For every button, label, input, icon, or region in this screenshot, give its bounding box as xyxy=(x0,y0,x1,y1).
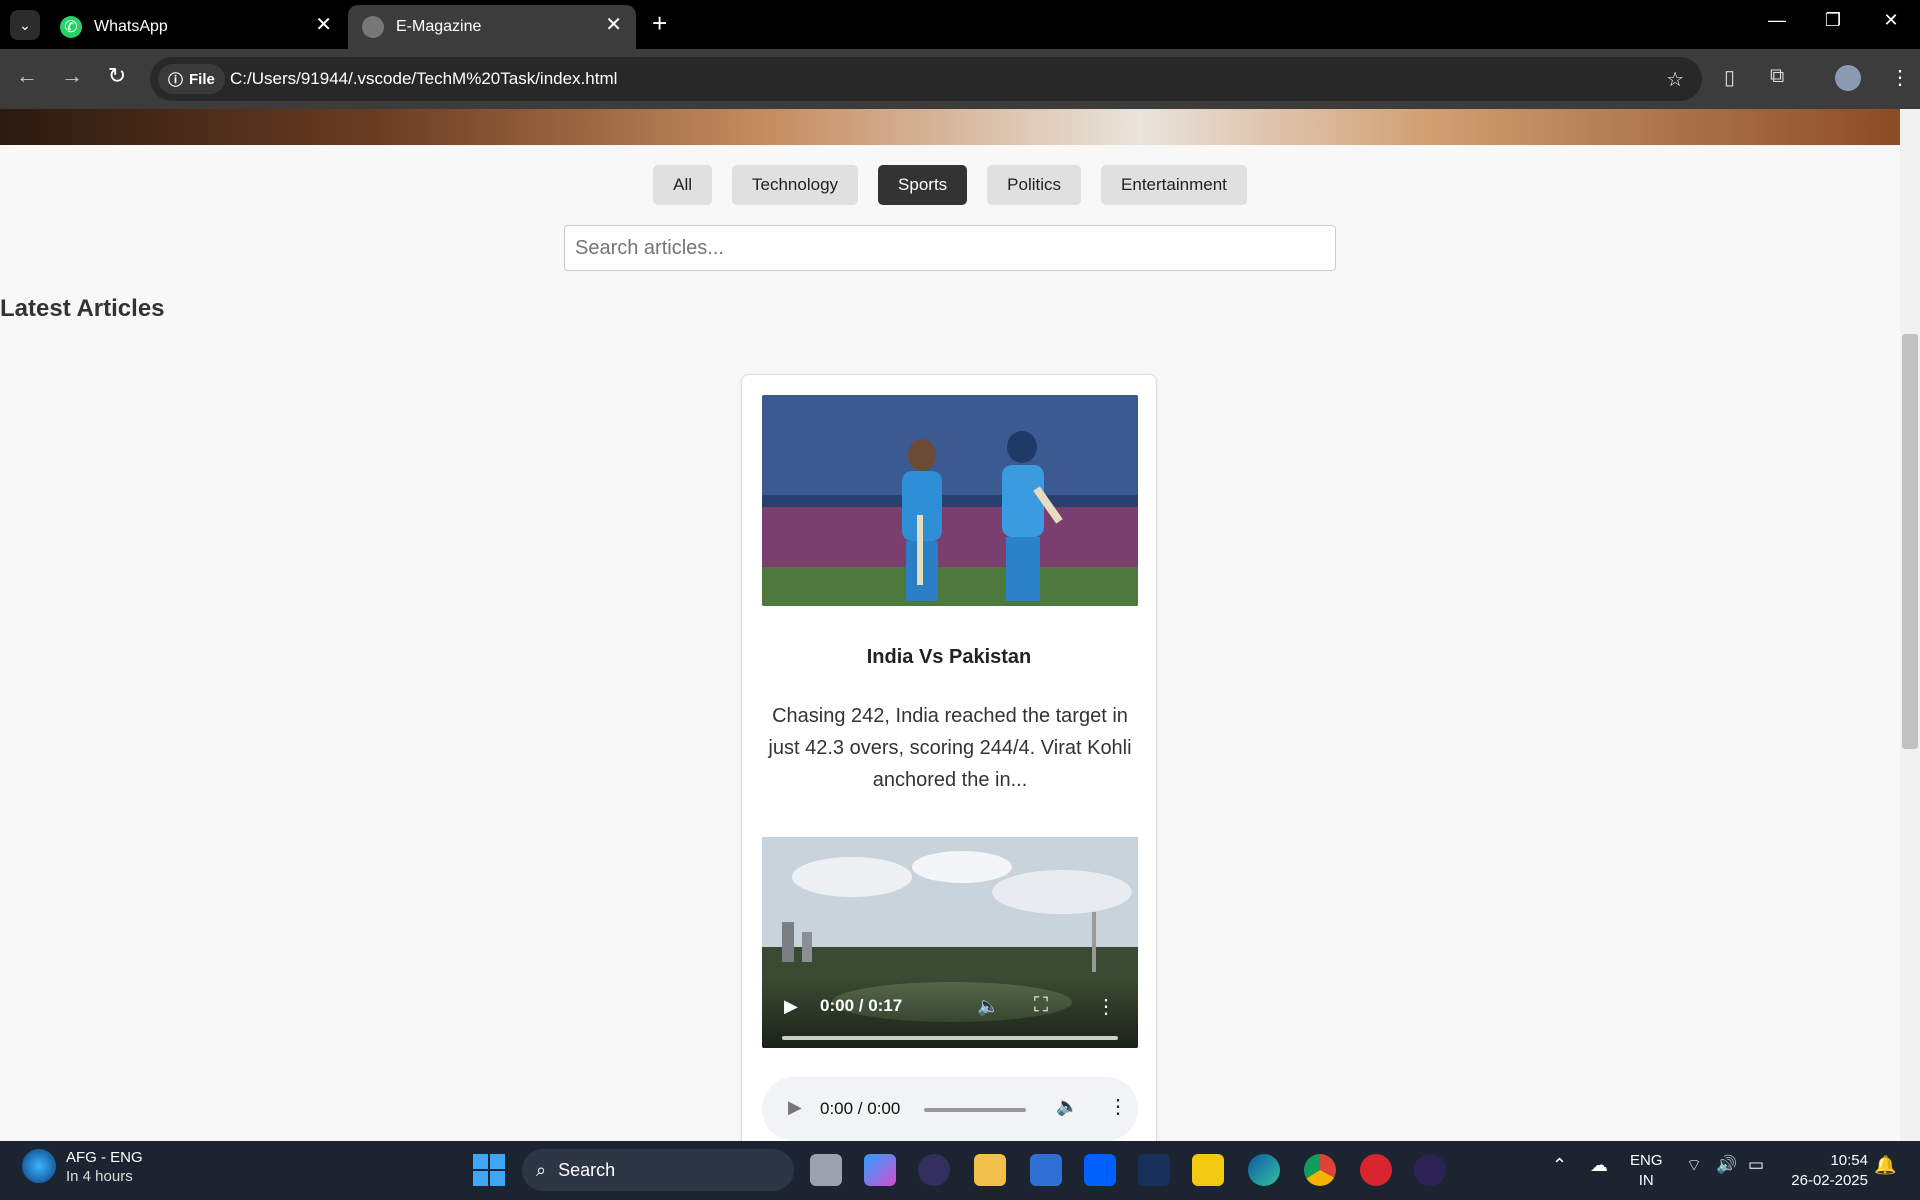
hero-banner-image xyxy=(0,109,1900,145)
whatsapp-icon: ✆ xyxy=(60,16,82,38)
video-controls: ▶ 0:00 / 0:17 🔈 ⛶ ⋮ xyxy=(762,978,1138,1048)
wifi-icon[interactable]: ⌔ xyxy=(1686,1155,1702,1176)
volume-icon[interactable]: 🔈 xyxy=(1056,1096,1078,1117)
onedrive-cloud-icon[interactable]: ☁ xyxy=(1590,1155,1608,1176)
article-description: Chasing 242, India reached the target in… xyxy=(768,705,1132,791)
page-viewport: All Technology Sports Politics Entertain… xyxy=(0,109,1900,1141)
globe-icon xyxy=(362,16,384,38)
page-scrollbar[interactable] xyxy=(1900,109,1920,1141)
play-icon[interactable]: ▶ xyxy=(784,996,798,1017)
close-window-icon[interactable]: ✕ xyxy=(1876,10,1906,31)
widget-subtitle: In 4 hours xyxy=(66,1168,133,1185)
category-filters: All Technology Sports Politics Entertain… xyxy=(0,165,1900,205)
clock[interactable]: 10:54 26-02-2025 xyxy=(1784,1151,1868,1191)
task-view-icon[interactable] xyxy=(810,1154,842,1186)
copilot-icon[interactable] xyxy=(864,1154,896,1186)
article-card: India Vs Pakistan Chasing 242, India rea… xyxy=(741,374,1157,1141)
filter-entertainment-button[interactable]: Entertainment xyxy=(1101,165,1247,205)
chrome-icon[interactable] xyxy=(1304,1154,1336,1186)
tab-whatsapp[interactable]: ✆ WhatsApp ✕ xyxy=(46,5,346,49)
microsoft-store-icon[interactable] xyxy=(1030,1154,1062,1186)
article-video-player[interactable]: ▶ 0:00 / 0:17 🔈 ⛶ ⋮ xyxy=(762,837,1138,1048)
site-info-chip[interactable]: ⓘ File xyxy=(158,64,225,94)
article-audio-player[interactable]: ▶ 0:00 / 0:00 🔈 ⋮ xyxy=(762,1077,1138,1141)
widget-title: AFG - ENG xyxy=(66,1149,143,1166)
eclipse-icon[interactable] xyxy=(918,1154,950,1186)
menu-dots-icon[interactable]: ⋮ xyxy=(1890,65,1910,90)
video-time: 0:00 / 0:17 xyxy=(820,996,903,1015)
extensions-puzzle-icon[interactable]: ⧉ xyxy=(1770,65,1784,88)
section-title: Latest Articles xyxy=(0,295,165,322)
taskbar-search-label: Search xyxy=(558,1159,616,1180)
search-input[interactable] xyxy=(564,225,1336,271)
power-bi-icon[interactable] xyxy=(1192,1154,1224,1186)
tab-title: E-Magazine xyxy=(396,18,482,35)
file-explorer-icon[interactable] xyxy=(974,1154,1006,1186)
play-icon[interactable]: ▶ xyxy=(788,1097,802,1118)
filter-politics-button[interactable]: Politics xyxy=(987,165,1082,205)
forward-icon[interactable]: → xyxy=(57,63,87,89)
filter-all-button[interactable]: All xyxy=(653,165,713,205)
notification-bell-icon[interactable]: 🔔 xyxy=(1874,1155,1896,1176)
browser-toolbar: ← → ↻ ⓘ File C:/Users/91944/.vscode/Tech… xyxy=(0,49,1920,109)
wps-office-icon[interactable] xyxy=(1360,1154,1392,1186)
lang-top: ENG xyxy=(1630,1152,1663,1169)
weather-widget[interactable]: AFG - ENG In 4 hours xyxy=(22,1149,143,1185)
close-tab-icon[interactable]: ✕ xyxy=(315,15,332,35)
windows-taskbar: AFG - ENG In 4 hours ⌕ Search ⌃ ☁ ENG IN… xyxy=(0,1141,1920,1200)
address-bar[interactable]: ⓘ File C:/Users/91944/.vscode/TechM%20Ta… xyxy=(150,57,1702,101)
scrollbar-thumb[interactable] xyxy=(1902,334,1918,749)
clock-time: 10:54 xyxy=(1830,1152,1868,1169)
more-options-icon[interactable]: ⋮ xyxy=(1096,994,1116,1019)
security-app-icon[interactable] xyxy=(1138,1154,1170,1186)
more-options-icon[interactable]: ⋮ xyxy=(1108,1094,1128,1119)
filter-technology-button[interactable]: Technology xyxy=(732,165,859,205)
video-progress-bar[interactable] xyxy=(782,1036,1118,1040)
audio-progress-bar[interactable] xyxy=(924,1108,1026,1112)
extension-mouse-icon[interactable]: ▯ xyxy=(1724,65,1735,90)
clock-date: 26-02-2025 xyxy=(1791,1172,1868,1189)
restore-icon[interactable]: ❐ xyxy=(1818,10,1848,31)
back-icon[interactable]: ← xyxy=(12,63,42,89)
eclipse-ide-icon[interactable] xyxy=(1414,1154,1446,1186)
info-icon: ⓘ xyxy=(168,71,184,89)
battery-icon[interactable]: ▭ xyxy=(1748,1155,1764,1175)
cricket-icon xyxy=(22,1149,56,1183)
close-tab-icon[interactable]: ✕ xyxy=(605,15,622,35)
search-icon: ⌕ xyxy=(536,1159,547,1180)
edge-icon[interactable] xyxy=(1248,1154,1280,1186)
filter-sports-button[interactable]: Sports xyxy=(878,165,968,205)
profile-avatar[interactable] xyxy=(1835,65,1861,91)
volume-icon[interactable]: 🔈 xyxy=(977,996,999,1017)
article-title: India Vs Pakistan xyxy=(866,646,1032,668)
speaker-icon[interactable]: 🔊 xyxy=(1716,1155,1737,1175)
dropbox-icon[interactable] xyxy=(1084,1154,1116,1186)
article-image xyxy=(762,395,1138,606)
new-tab-icon[interactable]: + xyxy=(652,8,667,39)
lang-bottom: IN xyxy=(1638,1172,1654,1189)
chevron-up-icon[interactable]: ⌃ xyxy=(1552,1155,1567,1176)
url-text[interactable]: C:/Users/91944/.vscode/TechM%20Task/inde… xyxy=(230,69,617,89)
minimize-icon[interactable]: — xyxy=(1762,10,1792,31)
reload-icon[interactable]: ↻ xyxy=(102,63,132,89)
audio-time: 0:00 / 0:00 xyxy=(820,1099,901,1118)
tab-strip: ⌄ ✆ WhatsApp ✕ E-Magazine ✕ + — ❐ ✕ xyxy=(0,0,1920,49)
start-windows-icon[interactable] xyxy=(473,1154,505,1186)
taskbar-search[interactable]: ⌕ Search xyxy=(522,1149,794,1191)
file-chip-label: File xyxy=(189,70,215,88)
tab-title: WhatsApp xyxy=(94,18,168,35)
tab-search-dropdown[interactable]: ⌄ xyxy=(10,10,40,40)
language-indicator[interactable]: ENG IN xyxy=(1630,1151,1663,1191)
fullscreen-icon[interactable]: ⛶ xyxy=(1034,994,1048,1017)
bookmark-star-icon[interactable]: ☆ xyxy=(1666,67,1684,92)
tab-e-magazine[interactable]: E-Magazine ✕ xyxy=(348,5,636,49)
